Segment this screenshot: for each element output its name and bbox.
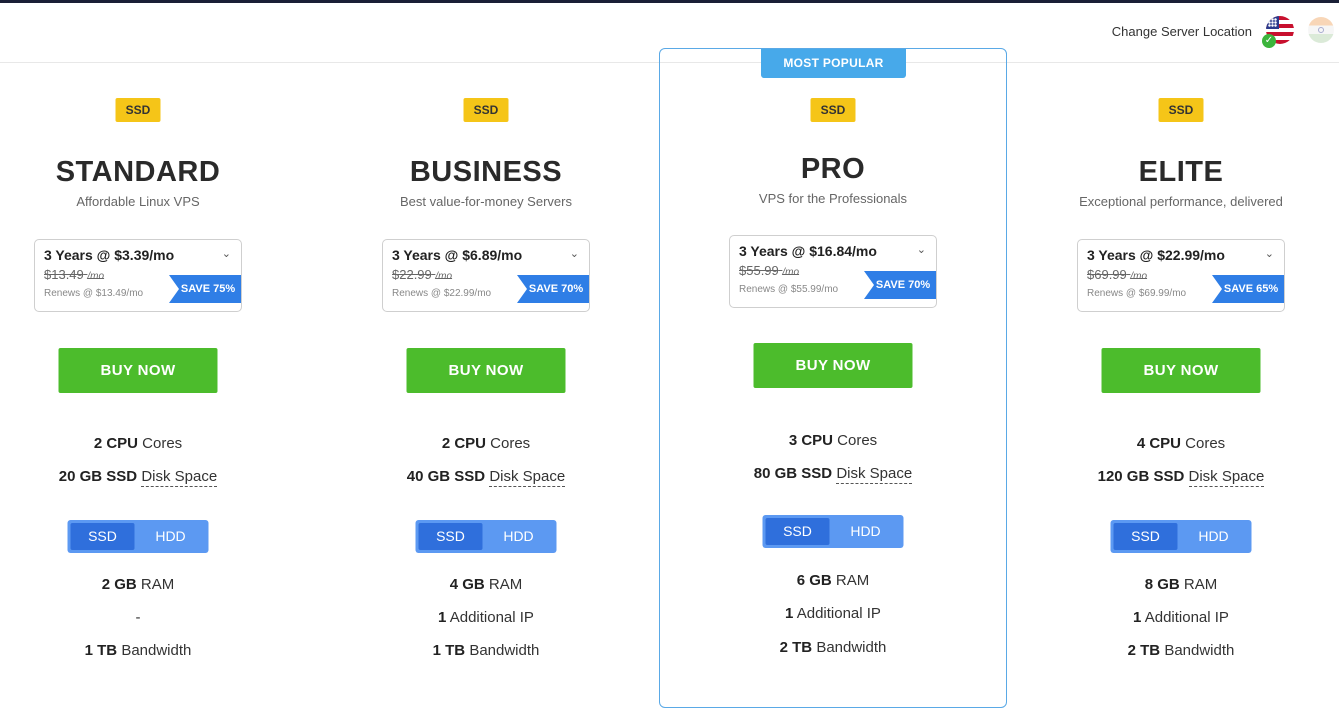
- ram-feature: 6 GB RAM: [796, 572, 870, 589]
- plan-card-business: SSD BUSINESS Best value-for-money Server…: [312, 63, 660, 692]
- disk-type-toggle[interactable]: SSD HDD: [762, 515, 904, 548]
- chevron-down-icon: ⌄: [916, 244, 926, 256]
- plan-subtitle: Exceptional performance, delivered: [1079, 194, 1283, 209]
- save-ribbon: SAVE 75%: [169, 275, 241, 303]
- disk-type-toggle[interactable]: SSD HDD: [1110, 520, 1252, 553]
- ip-feature: 1 Additional IP: [438, 609, 534, 626]
- disk-space-tooltip[interactable]: Disk Space: [489, 468, 566, 487]
- cpu-feature: 2 CPU Cores: [441, 435, 531, 452]
- bandwidth-feature: 1 TB Bandwidth: [432, 642, 540, 659]
- chevron-down-icon: ⌄: [569, 248, 579, 260]
- old-price: $55.99 /mo: [739, 263, 800, 278]
- india-flag-icon[interactable]: [1308, 17, 1334, 43]
- disk-space-tooltip[interactable]: Disk Space: [141, 468, 218, 487]
- chevron-down-icon: ⌄: [1264, 248, 1274, 260]
- ssd-badge: SSD: [1158, 98, 1204, 122]
- bandwidth-feature: 1 TB Bandwidth: [84, 642, 192, 659]
- plan-card-pro: MOST POPULAR SSD PRO VPS for the Profess…: [659, 48, 1007, 708]
- renews-text: Renews @ $55.99/mo: [739, 284, 839, 295]
- ip-feature: 1 Additional IP: [785, 605, 881, 622]
- cpu-feature: 3 CPU Cores: [788, 432, 878, 449]
- ip-feature: 1 Additional IP: [1133, 609, 1229, 626]
- disk-type-toggle[interactable]: SSD HDD: [415, 520, 557, 553]
- renews-text: Renews @ $69.99/mo: [1087, 288, 1187, 299]
- ssd-badge: SSD: [810, 98, 856, 122]
- buy-now-button[interactable]: BUY NOW: [1101, 348, 1261, 393]
- most-popular-badge: MOST POPULAR: [761, 49, 906, 78]
- disk-type-toggle[interactable]: SSD HDD: [67, 520, 209, 553]
- buy-now-button[interactable]: BUY NOW: [58, 348, 218, 393]
- ssd-badge: SSD: [115, 98, 161, 122]
- cpu-feature: 4 CPU Cores: [1136, 435, 1226, 452]
- plan-card-standard: SSD STANDARD Affordable Linux VPS 3 Year…: [0, 63, 312, 692]
- term-price-select[interactable]: 3 Years @ $22.99/mo ⌄ $69.99 /mo Renews …: [1077, 239, 1285, 312]
- cpu-feature: 2 CPU Cores: [93, 435, 183, 452]
- old-price: $69.99 /mo: [1087, 267, 1148, 282]
- term-price-select[interactable]: 3 Years @ $3.39/mo ⌄ $13.49 /mo Renews @…: [34, 239, 242, 312]
- term-price-select[interactable]: 3 Years @ $6.89/mo ⌄ $22.99 /mo Renews @…: [382, 239, 590, 312]
- term-price: 3 Years @ $6.89/mo: [392, 247, 523, 263]
- renews-text: Renews @ $13.49/mo: [44, 288, 144, 299]
- disk-feature: 120 GB SSD Disk Space: [1097, 468, 1265, 487]
- plan-title: ELITE: [1138, 156, 1224, 188]
- plan-title: PRO: [800, 153, 866, 185]
- disk-space-tooltip[interactable]: Disk Space: [1188, 468, 1265, 487]
- plan-card-elite: SSD ELITE Exceptional performance, deliv…: [1007, 63, 1339, 692]
- plan-title: BUSINESS: [409, 156, 563, 188]
- ram-feature: 4 GB RAM: [449, 576, 523, 593]
- toggle-ssd-option[interactable]: SSD: [70, 523, 135, 550]
- disk-feature: 80 GB SSD Disk Space: [753, 465, 913, 484]
- term-price-select[interactable]: 3 Years @ $16.84/mo ⌄ $55.99 /mo Renews …: [729, 235, 937, 308]
- old-price: $22.99 /mo: [392, 267, 453, 282]
- selected-check-icon: ✓: [1262, 34, 1276, 48]
- renews-text: Renews @ $22.99/mo: [392, 288, 492, 299]
- disk-feature: 40 GB SSD Disk Space: [406, 468, 566, 487]
- ram-feature: 2 GB RAM: [101, 576, 175, 593]
- term-price: 3 Years @ $22.99/mo: [1087, 247, 1225, 263]
- chevron-down-icon: ⌄: [221, 248, 231, 260]
- save-ribbon: SAVE 70%: [864, 271, 936, 299]
- term-price: 3 Years @ $3.39/mo: [44, 247, 175, 263]
- save-ribbon: SAVE 70%: [517, 275, 589, 303]
- plan-subtitle: VPS for the Professionals: [758, 191, 908, 206]
- toggle-hdd-option[interactable]: HDD: [487, 523, 551, 550]
- toggle-ssd-option[interactable]: SSD: [418, 523, 483, 550]
- disk-feature: 20 GB SSD Disk Space: [58, 468, 218, 487]
- toggle-hdd-option[interactable]: HDD: [1182, 523, 1246, 550]
- plan-subtitle: Best value-for-money Servers: [400, 194, 572, 209]
- toggle-hdd-option[interactable]: HDD: [834, 518, 898, 545]
- term-price: 3 Years @ $16.84/mo: [739, 243, 877, 259]
- save-ribbon: SAVE 65%: [1212, 275, 1284, 303]
- toggle-ssd-option[interactable]: SSD: [1113, 523, 1178, 550]
- plan-title: STANDARD: [55, 156, 221, 188]
- disk-space-tooltip[interactable]: Disk Space: [836, 465, 913, 484]
- buy-now-button[interactable]: BUY NOW: [406, 348, 566, 393]
- change-location-label[interactable]: Change Server Location: [1112, 24, 1252, 39]
- toggle-ssd-option[interactable]: SSD: [765, 518, 830, 545]
- ssd-badge: SSD: [463, 98, 509, 122]
- toggle-hdd-option[interactable]: HDD: [139, 523, 203, 550]
- ram-feature: 8 GB RAM: [1144, 576, 1218, 593]
- old-price: $13.49 /mo: [44, 267, 105, 282]
- plan-subtitle: Affordable Linux VPS: [76, 194, 200, 209]
- bandwidth-feature: 2 TB Bandwidth: [1127, 642, 1235, 659]
- ip-feature: -: [135, 609, 141, 626]
- bandwidth-feature: 2 TB Bandwidth: [779, 639, 887, 656]
- buy-now-button[interactable]: BUY NOW: [753, 343, 913, 388]
